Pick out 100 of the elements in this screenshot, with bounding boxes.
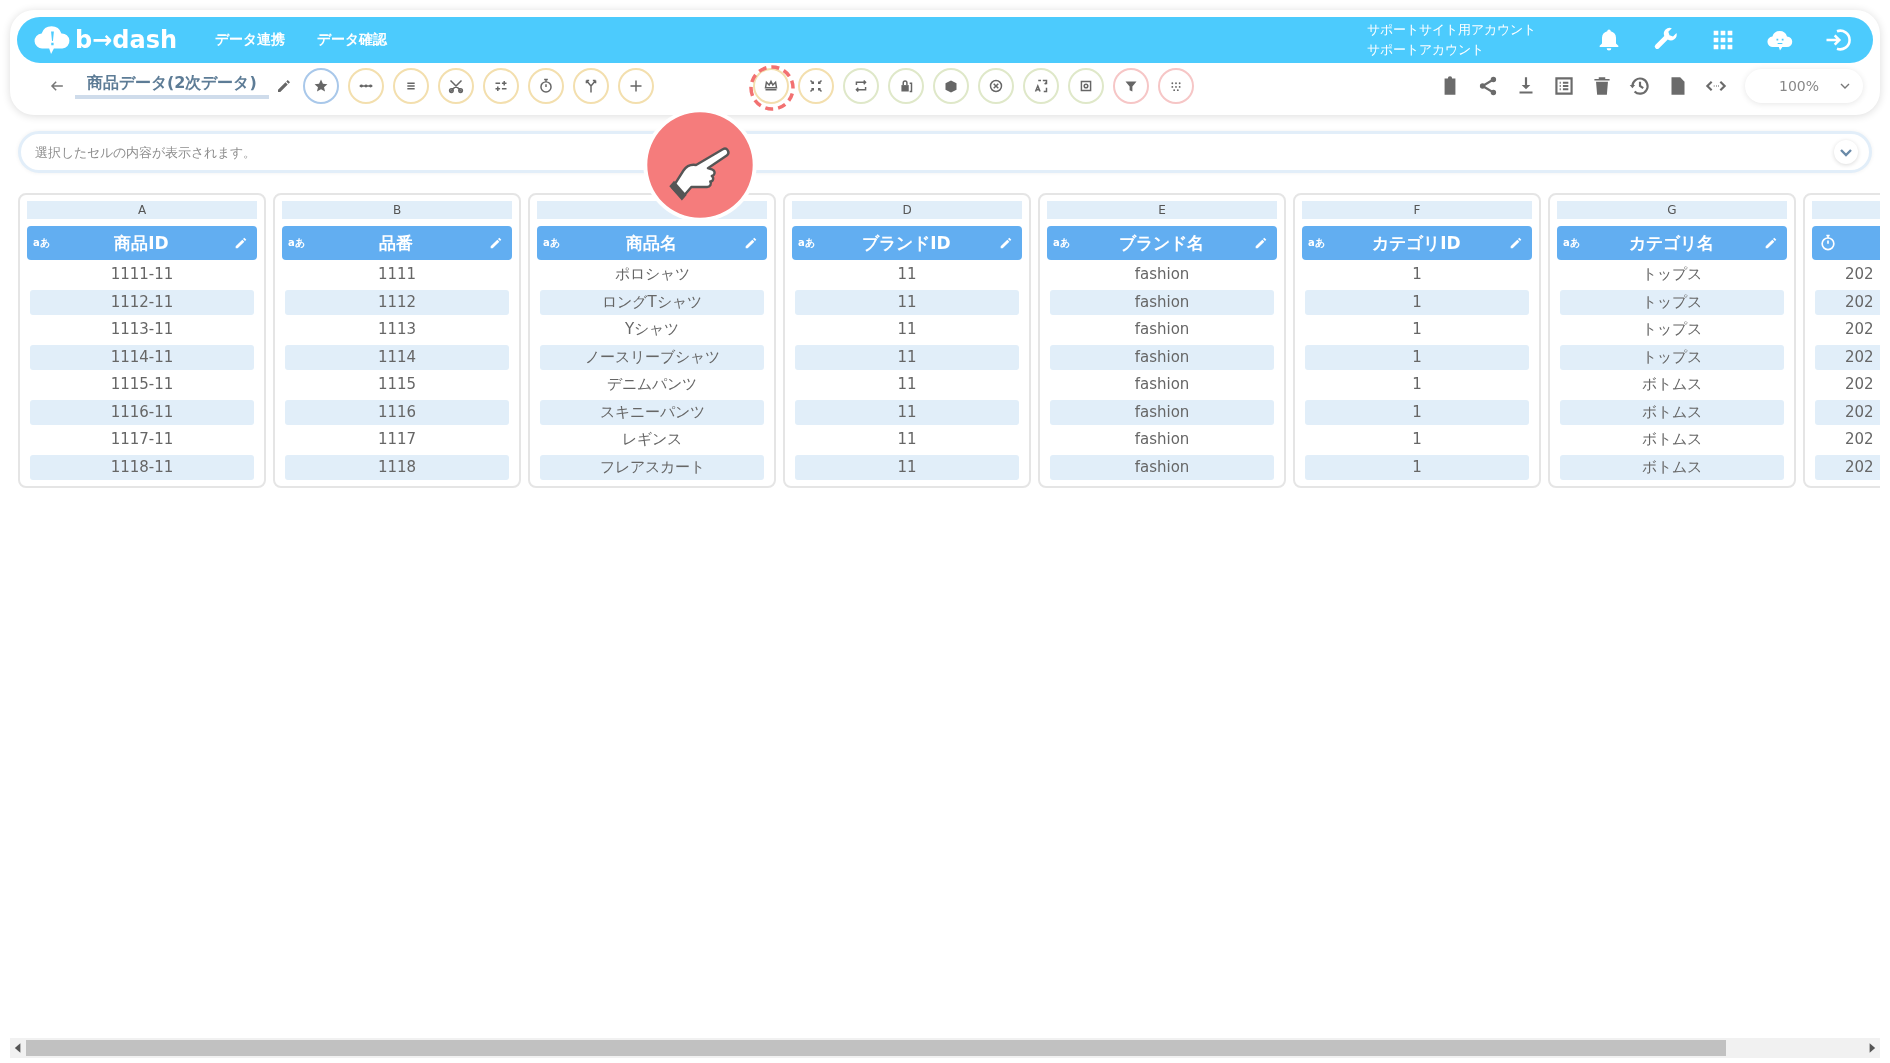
- scrollbar-thumb[interactable]: [26, 1040, 1726, 1056]
- repeat-icon[interactable]: [842, 68, 879, 104]
- pencil-icon[interactable]: [998, 235, 1014, 251]
- table-cell[interactable]: 1115: [285, 372, 509, 397]
- table-cell[interactable]: ボトムス: [1560, 372, 1784, 397]
- plus-minus-icon[interactable]: [482, 68, 519, 104]
- table-cell[interactable]: 202: [1815, 317, 1880, 342]
- table-cell[interactable]: 202: [1815, 262, 1880, 287]
- filter-icon[interactable]: [1112, 68, 1149, 104]
- table-cell[interactable]: 1: [1305, 344, 1529, 370]
- plus-icon[interactable]: [617, 68, 654, 104]
- table-cell[interactable]: fashion: [1050, 427, 1274, 452]
- table-cell[interactable]: ボトムス: [1560, 427, 1784, 452]
- table-cell[interactable]: ボトムス: [1560, 399, 1784, 425]
- table-cell[interactable]: 1: [1305, 372, 1529, 397]
- table-cell[interactable]: 1111-11: [30, 262, 254, 287]
- table-cell[interactable]: 11: [795, 262, 1019, 287]
- zoom-select[interactable]: 100%: [1745, 69, 1863, 103]
- table-cell[interactable]: 1112-11: [30, 289, 254, 315]
- scissors-icon[interactable]: [437, 68, 474, 104]
- table-cell[interactable]: トップス: [1560, 317, 1784, 342]
- table-cell[interactable]: 1111: [285, 262, 509, 287]
- table-cell[interactable]: 1112: [285, 289, 509, 315]
- account-site: サポートサイト用アカウント: [1367, 21, 1536, 39]
- table-cell[interactable]: 1: [1305, 262, 1529, 287]
- translate-icon[interactable]: [1022, 68, 1059, 104]
- table-cell[interactable]: 202: [1815, 344, 1880, 370]
- column-letter: B: [282, 201, 512, 219]
- table-cell[interactable]: 11: [795, 317, 1019, 342]
- cell-preview-field[interactable]: 選択したセルの内容が表示されます。: [18, 131, 1872, 173]
- table-cell[interactable]: 1: [1305, 399, 1529, 425]
- table-cell[interactable]: トップス: [1560, 262, 1784, 287]
- lock-icon[interactable]: [887, 68, 924, 104]
- column-name: 品番: [378, 231, 415, 255]
- pencil-icon[interactable]: [743, 235, 759, 251]
- table-cell[interactable]: 1116: [285, 399, 509, 425]
- table-cell[interactable]: 1: [1305, 454, 1529, 480]
- table-cell[interactable]: 1118: [285, 454, 509, 480]
- close-circle-icon[interactable]: [977, 68, 1014, 104]
- fork-icon[interactable]: [572, 68, 609, 104]
- table-cell[interactable]: 1117-11: [30, 427, 254, 452]
- table-cell[interactable]: 202: [1815, 399, 1880, 425]
- zero-icon[interactable]: [1067, 68, 1104, 104]
- table-cell[interactable]: 11: [795, 372, 1019, 397]
- table-cell[interactable]: 1117: [285, 427, 509, 452]
- table-cell[interactable]: fashion: [1050, 262, 1274, 287]
- horizontal-scrollbar[interactable]: [10, 1038, 1880, 1058]
- table-cell[interactable]: フレアスカート: [540, 454, 764, 480]
- table-cell[interactable]: レギンス: [540, 427, 764, 452]
- table-cell[interactable]: 1115-11: [30, 372, 254, 397]
- table-cell[interactable]: 202: [1815, 372, 1880, 397]
- table-cell[interactable]: ポロシャツ: [540, 262, 764, 287]
- table-cell[interactable]: トップス: [1560, 344, 1784, 370]
- table-cell[interactable]: 11: [795, 289, 1019, 315]
- table-cell[interactable]: 1113-11: [30, 317, 254, 342]
- table-cell[interactable]: 202: [1815, 289, 1880, 315]
- table-cell[interactable]: 11: [795, 454, 1019, 480]
- pencil-icon[interactable]: [488, 235, 504, 251]
- pencil-icon[interactable]: [233, 235, 249, 251]
- table-cell[interactable]: 1113: [285, 317, 509, 342]
- table-cell[interactable]: fashion: [1050, 344, 1274, 370]
- box-icon[interactable]: [932, 68, 969, 104]
- table-cell[interactable]: 1: [1305, 289, 1529, 315]
- table-cell[interactable]: ロングTシャツ: [540, 289, 764, 315]
- stopwatch-icon[interactable]: [527, 68, 564, 104]
- table-cell[interactable]: fashion: [1050, 372, 1274, 397]
- pencil-icon[interactable]: [1763, 235, 1779, 251]
- table-cell[interactable]: Yシャツ: [540, 317, 764, 342]
- table-cell[interactable]: デニムパンツ: [540, 372, 764, 397]
- table-cell[interactable]: fashion: [1050, 399, 1274, 425]
- table-cell[interactable]: 1114-11: [30, 344, 254, 370]
- table-cell[interactable]: 1116-11: [30, 399, 254, 425]
- table-cell[interactable]: fashion: [1050, 317, 1274, 342]
- table-cell[interactable]: 1: [1305, 317, 1529, 342]
- table-cell[interactable]: fashion: [1050, 289, 1274, 315]
- type-label: aあ: [288, 236, 305, 250]
- table-cell[interactable]: 1: [1305, 427, 1529, 452]
- table-cell[interactable]: トップス: [1560, 289, 1784, 315]
- table-cell[interactable]: 11: [795, 344, 1019, 370]
- table-cell[interactable]: fashion: [1050, 454, 1274, 480]
- table-cell[interactable]: 1118-11: [30, 454, 254, 480]
- table-cell[interactable]: 202: [1815, 454, 1880, 480]
- data-title[interactable]: 商品データ(2次データ): [75, 73, 269, 99]
- table-cell[interactable]: スキニーパンツ: [540, 399, 764, 425]
- pencil-icon[interactable]: [1508, 235, 1524, 251]
- column-letter: F: [1302, 201, 1532, 219]
- table-cell[interactable]: 11: [795, 427, 1019, 452]
- table-cell[interactable]: ノースリーブシャツ: [540, 344, 764, 370]
- lines-icon[interactable]: [392, 68, 429, 104]
- table-cell[interactable]: 202: [1815, 427, 1880, 452]
- crown-icon[interactable]: [752, 68, 789, 104]
- table-cell[interactable]: ボトムス: [1560, 454, 1784, 480]
- compress-icon[interactable]: [797, 68, 834, 104]
- table-cell[interactable]: 1114: [285, 344, 509, 370]
- column-name: 商品名: [624, 231, 678, 255]
- table-cell[interactable]: 11: [795, 399, 1019, 425]
- cloud-icon: [33, 24, 71, 56]
- dots-icon[interactable]: [347, 68, 384, 104]
- pencil-icon[interactable]: [1253, 235, 1269, 251]
- type-label: aあ: [543, 236, 560, 250]
